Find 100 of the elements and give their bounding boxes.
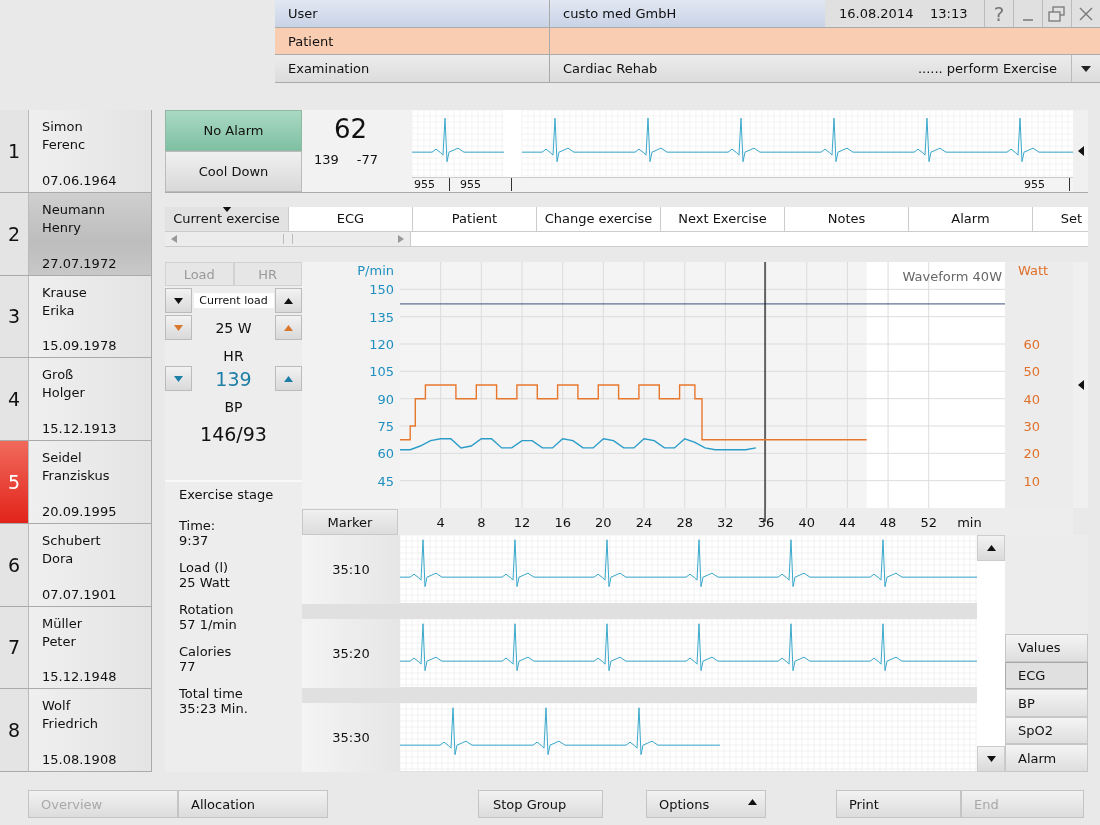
footer-button[interactable]: Stop Group	[478, 790, 603, 818]
footer-button[interactable]: Print	[836, 790, 961, 818]
monitor-value: -77	[356, 152, 379, 167]
patient-item[interactable]: 6 Schubert Dora 07.07.1901	[0, 523, 152, 607]
y-tick-label: 90	[377, 391, 394, 407]
current-load-label: Current load	[193, 293, 274, 308]
no-alarm-button[interactable]: No Alarm	[165, 110, 302, 151]
strip-label: 955	[1024, 178, 1070, 192]
hr-label: HR	[223, 348, 244, 364]
close-button[interactable]	[1071, 0, 1100, 27]
scroll-up-button[interactable]	[977, 535, 1005, 561]
patient-last-name: Simon	[42, 118, 84, 136]
stage-label: Time:	[179, 518, 217, 533]
down-triangle-icon	[986, 756, 996, 762]
x-tick-label: 48	[879, 515, 897, 530]
y-tick-label: 75	[377, 419, 394, 434]
patient-first-name: Friedrich	[42, 715, 100, 734]
patient-last-name: Groß	[42, 366, 75, 385]
patient-item[interactable]: 2 Neumann Henry 27.07.1972	[0, 192, 152, 276]
strip-time: 35:30	[302, 703, 400, 772]
x-tick-label: 36	[757, 515, 775, 530]
stage-label: Calories	[179, 644, 233, 659]
left-triangle-icon	[171, 234, 177, 243]
y-tick-label: 60	[377, 446, 394, 462]
x-tick-label: 52	[920, 515, 937, 530]
strip-time: 35:10	[302, 535, 400, 604]
close-icon	[1078, 5, 1094, 22]
minimize-icon	[1023, 18, 1033, 21]
stage-value: 77	[179, 659, 197, 674]
y2-tick-label: 30	[1023, 419, 1040, 434]
view-button[interactable]: Values	[1005, 634, 1088, 662]
footer-button[interactable]: Allocation	[178, 790, 328, 818]
patient-first-name: Henry	[42, 218, 83, 237]
y2-tick-label: 60	[1023, 337, 1040, 352]
increase-button[interactable]	[275, 288, 302, 313]
user-name: custo med GmbH	[550, 0, 825, 27]
y2-axis-title: Watt	[1018, 263, 1049, 278]
decrease-hr-button[interactable]	[165, 366, 192, 391]
view-button[interactable]: ECG	[1005, 661, 1088, 690]
view-button[interactable]: SpO2	[1005, 716, 1088, 745]
scroll-down-button[interactable]	[977, 746, 1005, 772]
y2-tick-label: 20	[1023, 446, 1040, 462]
patient-item[interactable]: 7 Müller Peter 15.12.1948	[0, 606, 152, 690]
y-tick-label: 135	[369, 309, 394, 325]
collapse-button[interactable]	[1073, 110, 1088, 192]
stage-value: 9:37	[179, 533, 210, 548]
x-tick-label: 16	[554, 515, 571, 530]
time-text: 13:13	[930, 0, 984, 27]
tab[interactable]: Current exercise	[165, 207, 289, 231]
decrease-button[interactable]	[165, 288, 192, 313]
up-triangle-icon	[986, 545, 996, 551]
increase-hr-button[interactable]	[275, 366, 302, 391]
stage-value: 35:23 Min.	[179, 701, 249, 716]
birth-date: 15.12.1913	[42, 421, 117, 436]
x-tick-label: 4	[436, 515, 445, 530]
x-axis-title: min	[957, 515, 982, 530]
x-tick-label: 44	[839, 515, 856, 530]
y2-tick-label: 40	[1023, 391, 1040, 407]
patient-item[interactable]: 5 Seidel Franziskus 20.09.1995	[0, 441, 152, 524]
user-label: User	[275, 0, 550, 27]
load-value: 25 W	[215, 319, 252, 336]
stage-value: 57 1/min	[179, 617, 238, 632]
patient-last-name: Müller	[42, 614, 84, 633]
bp-value: 146/93	[200, 423, 267, 445]
cool-down-button[interactable]: Cool Down	[165, 151, 302, 192]
patient-number: 6	[0, 523, 29, 606]
patient-last-name: Seidel	[42, 449, 83, 467]
left-triangle-icon	[1077, 380, 1084, 390]
stage-label: Total time	[179, 686, 244, 701]
patient-last-name: Schubert	[42, 531, 102, 550]
scroll-thumb[interactable]	[282, 233, 293, 244]
footer-button[interactable]: Options	[646, 790, 766, 818]
patient-item[interactable]: 1 Simon Ferenc 07.06.1964	[0, 110, 152, 193]
y2-tick-label: 10	[1023, 473, 1040, 489]
patient-item[interactable]: 8 Wolf Friedrich 15.08.1908	[0, 689, 152, 772]
stage-label: Rotation	[179, 602, 235, 617]
minimize-button[interactable]	[1013, 0, 1042, 27]
marker-button[interactable]: Marker	[302, 509, 398, 535]
patient-last-name: Neumann	[42, 200, 107, 219]
birth-date: 07.06.1964	[42, 172, 117, 188]
birth-date: 07.07.1901	[42, 586, 117, 602]
monitor-value: 139	[314, 152, 339, 167]
view-button[interactable]: Alarm	[1005, 744, 1088, 772]
y-tick-label: 105	[369, 364, 394, 380]
view-button[interactable]: BP	[1005, 689, 1088, 717]
birth-date: 15.12.1948	[42, 669, 117, 685]
y-axis-title: P/min	[357, 263, 394, 278]
examination-label: Examination	[275, 55, 550, 82]
restore-button[interactable]	[1042, 0, 1071, 27]
patient-number: 1	[0, 110, 29, 192]
examination-field[interactable]: Cardiac Rehab ...... perform Exercise	[550, 55, 1071, 82]
patient-first-name: Holger	[42, 384, 86, 403]
patient-number: 8	[0, 689, 29, 771]
date-text: 16.08.2014	[825, 0, 930, 27]
patient-item[interactable]: 3 Krause Erika 15.09.1978	[0, 275, 152, 359]
patient-item[interactable]: 4 Groß Holger 15.12.1913	[0, 358, 152, 441]
patient-first-name: Franziskus	[42, 467, 111, 485]
birth-date: 20.09.1995	[42, 503, 117, 519]
patient-number: 5	[0, 441, 29, 523]
x-tick-label: 8	[477, 515, 486, 530]
